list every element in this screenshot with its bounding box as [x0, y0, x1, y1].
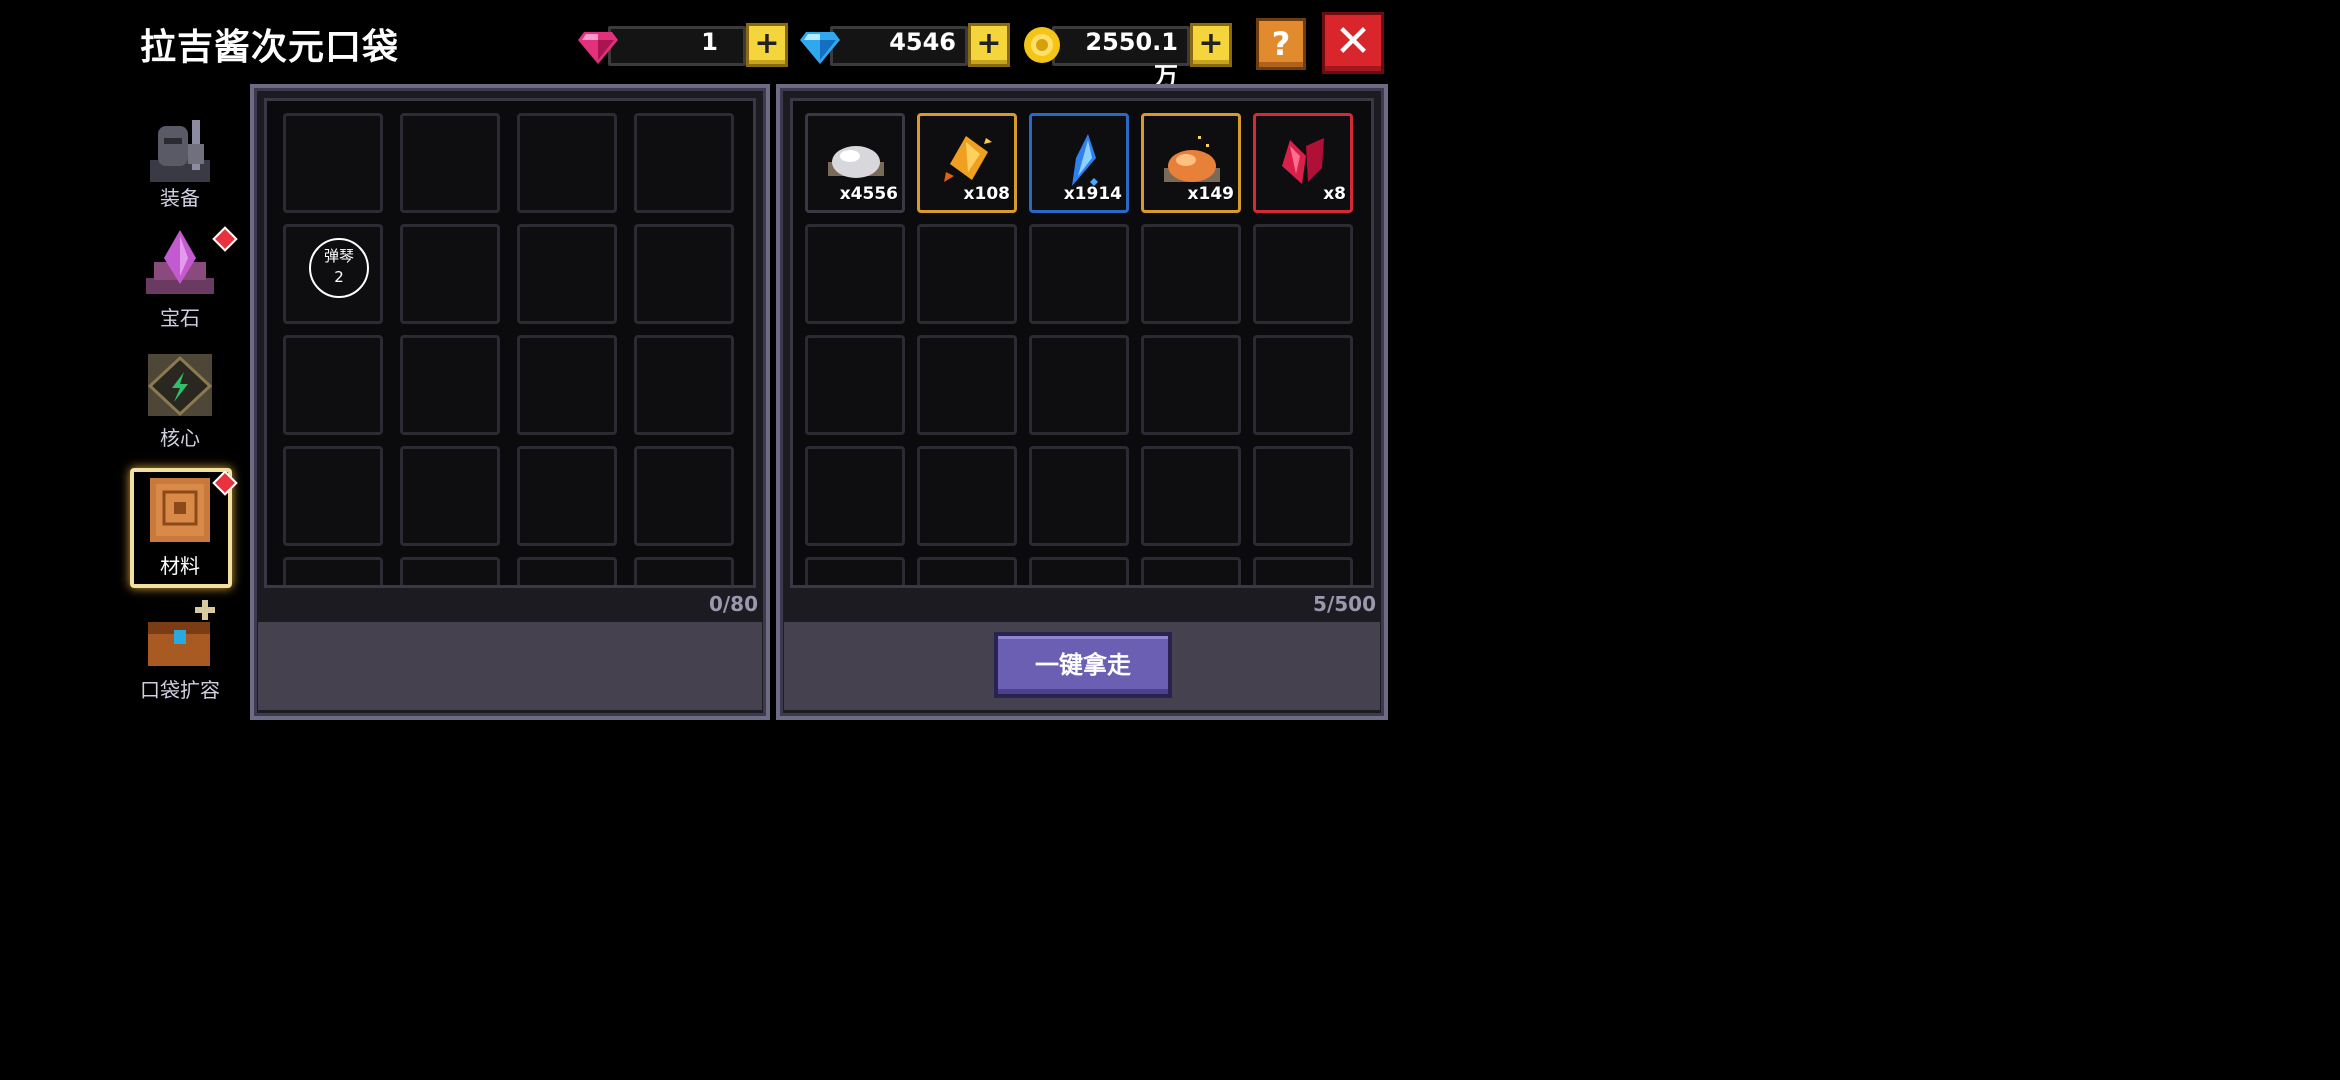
- sidebar-item-material[interactable]: 材料: [130, 468, 238, 588]
- sidebar-item-label: 口袋扩容: [140, 678, 220, 702]
- pink-gem-icon: [578, 32, 618, 64]
- panel-footer: [258, 622, 762, 710]
- inventory-slot[interactable]: [634, 557, 734, 585]
- inventory-slot[interactable]: [283, 335, 383, 435]
- treasure-chest-icon: [148, 600, 215, 666]
- inventory-slot[interactable]: [805, 557, 905, 585]
- currency-value: 2550.1万: [1085, 28, 1178, 90]
- item-quantity: x4556: [839, 184, 898, 204]
- currency-value: 4546: [889, 28, 956, 56]
- sidebar-item-expand-pocket[interactable]: 口袋扩容: [134, 600, 226, 702]
- tooltip-bubble: 弹琴 2: [309, 238, 369, 298]
- inventory-slot[interactable]: [517, 446, 617, 546]
- page-title: 拉吉酱次元口袋: [140, 27, 400, 68]
- sidebar-item-label: 核心: [160, 426, 200, 450]
- gem-altar-icon: [146, 230, 214, 294]
- core-icon: [147, 354, 213, 417]
- currency-gold: 2550.1万 +: [1022, 22, 1232, 90]
- inventory-slot[interactable]: [517, 224, 617, 324]
- gold-shard-icon: [936, 132, 1000, 192]
- inventory-slot[interactable]: [1253, 557, 1353, 585]
- inventory-slot[interactable]: [917, 224, 1017, 324]
- inventory-slot[interactable]: [917, 335, 1017, 435]
- material-book-icon: [150, 478, 210, 542]
- currency-value: 1: [701, 28, 718, 56]
- inventory-slot[interactable]: [283, 113, 383, 213]
- inventory-slot[interactable]: [805, 335, 905, 435]
- inventory-slot[interactable]: [1253, 446, 1353, 546]
- tooltip-text: 弹琴: [323, 247, 354, 265]
- blue-gem-icon: [800, 32, 840, 64]
- materials-panel: x4556 x108 x1914 x149 x8 5/500: [776, 84, 1388, 720]
- silver-dust-icon: [824, 132, 888, 186]
- inventory-slot[interactable]: [400, 557, 500, 585]
- sidebar-item-equipment[interactable]: 装备: [134, 116, 226, 210]
- item-quantity: x108: [963, 184, 1010, 204]
- inventory-slot[interactable]: [1141, 446, 1241, 546]
- inventory-slot[interactable]: [1029, 335, 1129, 435]
- inventory-slot[interactable]: [400, 335, 500, 435]
- inventory-slot[interactable]: [1141, 557, 1241, 585]
- material-slot[interactable]: x1914: [1029, 113, 1129, 213]
- inventory-slot[interactable]: [1253, 224, 1353, 324]
- inventory-slot[interactable]: [1253, 335, 1353, 435]
- pocket-grid[interactable]: [264, 98, 756, 588]
- inventory-slot[interactable]: [1141, 335, 1241, 435]
- material-slot[interactable]: x149: [1141, 113, 1241, 213]
- currency-blue-gem: 4546 +: [800, 22, 1010, 67]
- material-slot[interactable]: x4556: [805, 113, 905, 213]
- materials-grid[interactable]: x4556 x108 x1914 x149 x8: [790, 98, 1374, 588]
- inventory-slot[interactable]: [805, 446, 905, 546]
- add-blue-gem-button[interactable]: +: [968, 23, 1010, 67]
- help-button[interactable]: ?: [1256, 18, 1306, 70]
- sidebar-item-label: 装备: [160, 186, 200, 210]
- inventory-slot[interactable]: [283, 557, 383, 585]
- take-all-button[interactable]: 一键拿走: [994, 632, 1172, 698]
- inventory-slot[interactable]: [634, 224, 734, 324]
- material-slot[interactable]: x8: [1253, 113, 1353, 213]
- orange-dust-icon: [1160, 132, 1224, 192]
- sidebar-item-core[interactable]: 核心: [134, 352, 226, 450]
- inventory-slot[interactable]: [917, 557, 1017, 585]
- inventory-slot[interactable]: [517, 557, 617, 585]
- item-quantity: x8: [1323, 184, 1346, 204]
- inventory-slot[interactable]: [634, 113, 734, 213]
- add-pink-gem-button[interactable]: +: [746, 23, 788, 67]
- item-quantity: x149: [1187, 184, 1234, 204]
- inventory-slot[interactable]: [400, 224, 500, 324]
- inventory-slot[interactable]: [400, 446, 500, 546]
- inventory-slot[interactable]: [1029, 446, 1129, 546]
- material-slot[interactable]: x108: [917, 113, 1017, 213]
- inventory-slot[interactable]: [917, 446, 1017, 546]
- sidebar-item-label: 宝石: [160, 306, 200, 330]
- capacity-count: 0/80: [708, 592, 758, 616]
- currency-pink-gem: 1 +: [578, 22, 788, 67]
- sidebar-item-label: 材料: [160, 554, 200, 578]
- item-quantity: x1914: [1063, 184, 1122, 204]
- close-button[interactable]: ✕: [1322, 12, 1384, 74]
- inventory-slot[interactable]: [1141, 224, 1241, 324]
- inventory-slot[interactable]: [805, 224, 905, 324]
- inventory-slot[interactable]: [400, 113, 500, 213]
- tooltip-number: 2: [334, 268, 344, 286]
- inventory-slot[interactable]: [634, 446, 734, 546]
- sidebar-item-gem[interactable]: 宝石: [134, 226, 238, 330]
- inventory-slot[interactable]: [634, 335, 734, 435]
- capacity-count: 5/500: [1313, 592, 1376, 616]
- inventory-slot[interactable]: [517, 113, 617, 213]
- inventory-slot[interactable]: [1029, 224, 1129, 324]
- add-gold-button[interactable]: +: [1190, 23, 1232, 67]
- gold-coin-icon: [1024, 27, 1060, 63]
- inventory-slot[interactable]: [517, 335, 617, 435]
- inventory-slot[interactable]: [1029, 557, 1129, 585]
- inventory-slot[interactable]: [283, 446, 383, 546]
- pocket-panel: 0/80: [250, 84, 770, 720]
- equipment-icon: [150, 120, 210, 182]
